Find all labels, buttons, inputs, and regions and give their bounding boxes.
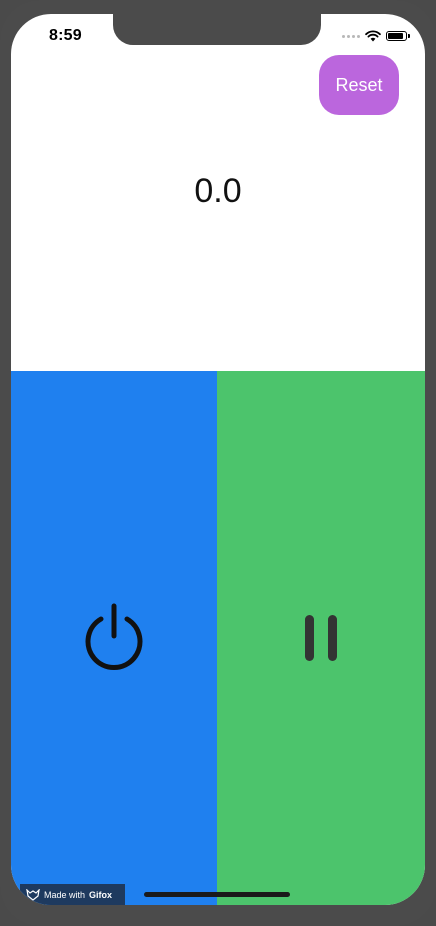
pause-icon xyxy=(305,615,337,661)
badge-brand: Gifox xyxy=(89,889,113,900)
reset-button[interactable]: Reset xyxy=(319,55,399,115)
gifox-logo-icon xyxy=(26,888,40,901)
home-indicator[interactable] xyxy=(144,892,290,897)
wifi-icon xyxy=(365,30,381,42)
start-button[interactable] xyxy=(11,371,217,905)
timer-display: 0.0 xyxy=(194,172,242,210)
app-screen: 8:59 Reset 0.0 Made with Gifox xyxy=(11,14,425,905)
power-icon xyxy=(85,603,143,670)
battery-icon xyxy=(386,31,410,41)
battery-level xyxy=(388,33,404,39)
signal-dots-icon xyxy=(342,34,360,38)
status-icons xyxy=(342,30,410,42)
device-notch xyxy=(113,14,321,45)
pause-button[interactable] xyxy=(217,371,425,905)
badge-prefix: Made with xyxy=(44,889,86,900)
status-time: 8:59 xyxy=(49,27,82,44)
device-frame: 8:59 Reset 0.0 Made with Gifox xyxy=(0,0,436,926)
gifox-badge: Made with Gifox xyxy=(20,884,125,905)
